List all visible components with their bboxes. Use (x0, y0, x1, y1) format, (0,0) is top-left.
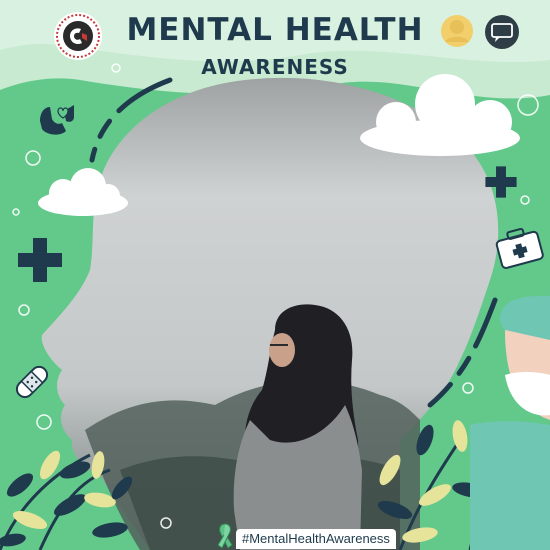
medical-cross-icon (18, 238, 62, 282)
page-title: MENTAL HEALTH (126, 12, 424, 48)
hashtag-label: #MentalHealthAwareness (236, 529, 396, 549)
hands-heart-icon (40, 105, 74, 135)
chat-bubble-icon (485, 15, 519, 49)
medical-cross-icon (485, 166, 517, 198)
photo-frame: MENTAL HEALTH AWARENESS #MentalHealthAwa… (0, 0, 550, 550)
user-avatar-icon (441, 15, 473, 47)
logo-emblem-icon (54, 12, 102, 60)
page-subtitle: AWARENESS (201, 55, 349, 79)
first-aid-kit-icon (495, 227, 544, 269)
awareness-ribbon-icon (217, 523, 233, 549)
bandage-icon (15, 365, 49, 399)
frame-artwork (0, 0, 550, 550)
